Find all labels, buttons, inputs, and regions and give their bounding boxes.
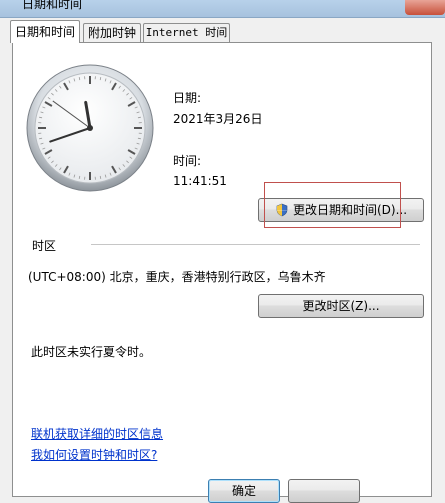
ok-label: 确定 bbox=[232, 484, 256, 498]
cancel-button[interactable] bbox=[288, 479, 360, 503]
dst-note: 此时区未实行夏令时。 bbox=[31, 343, 151, 360]
tab-internet-time[interactable]: Internet 时间 bbox=[143, 23, 230, 42]
timezone-section-label: 时区 bbox=[32, 237, 56, 254]
clock-center bbox=[87, 125, 93, 131]
tab-additional-clocks[interactable]: 附加时钟 bbox=[83, 23, 141, 42]
close-button[interactable] bbox=[405, 0, 445, 15]
title-bar: 日期和时间 bbox=[0, 0, 445, 18]
analog-clock bbox=[25, 63, 155, 193]
timezone-value: (UTC+08:00) 北京，重庆，香港特别行政区，乌鲁木齐 bbox=[28, 268, 326, 285]
change-timezone-label: 更改时区(Z)... bbox=[302, 299, 379, 313]
tab-date-time[interactable]: 日期和时间 bbox=[10, 20, 80, 43]
highlight-box bbox=[264, 182, 401, 228]
how-to-set-clock-link[interactable]: 我如何设置时钟和时区? bbox=[31, 446, 157, 463]
ok-button[interactable]: 确定 bbox=[208, 479, 280, 503]
date-label: 日期: bbox=[173, 89, 201, 106]
time-value: 11:41:51 bbox=[173, 174, 227, 188]
change-timezone-button[interactable]: 更改时区(Z)... bbox=[258, 294, 424, 318]
timezone-divider bbox=[91, 244, 420, 245]
time-label: 时间: bbox=[173, 152, 201, 169]
window-title: 日期和时间 bbox=[22, 0, 82, 12]
online-timezone-info-link[interactable]: 联机获取详细的时区信息 bbox=[31, 425, 163, 442]
date-value: 2021年3月26日 bbox=[173, 110, 262, 127]
